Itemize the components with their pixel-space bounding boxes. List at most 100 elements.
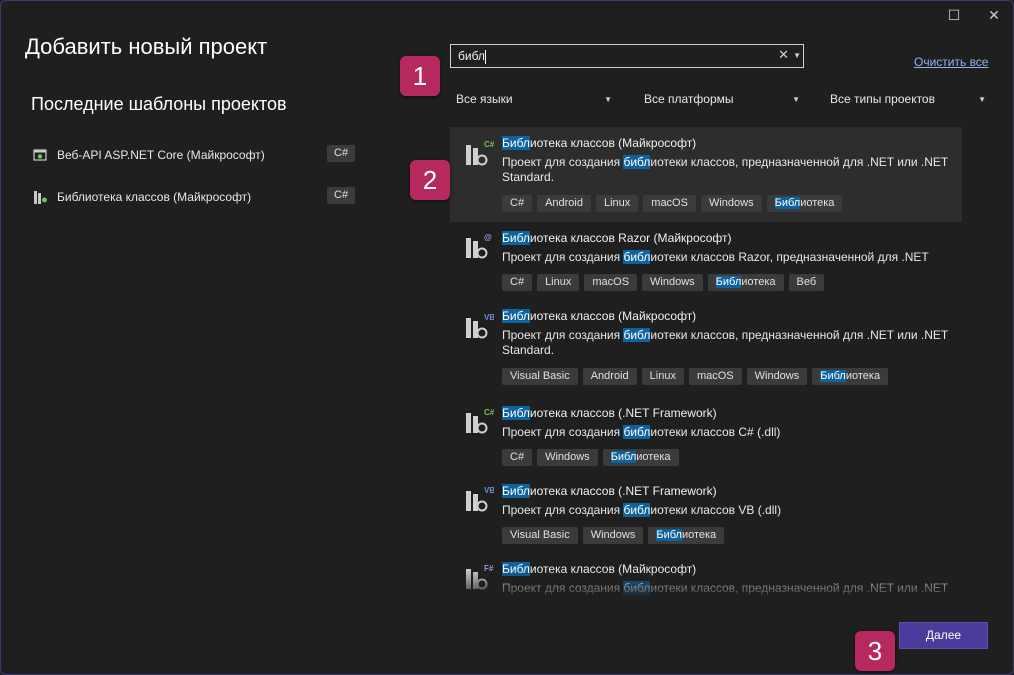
template-tag-text: Android — [545, 197, 583, 209]
template-tag: Библиотека — [766, 195, 843, 212]
recent-templates-title: Последние шаблоны проектов — [31, 94, 287, 114]
next-button[interactable]: Далее — [899, 622, 988, 649]
template-result-item[interactable]: C# Библиотека классов (Майкрософт) Проект … — [450, 127, 962, 222]
search-match-highlight: Библ — [610, 451, 637, 463]
clear-all-link[interactable]: Очистить все — [914, 55, 988, 69]
template-title-text: иотека классов (Майкрософт) — [529, 309, 697, 323]
svg-text:VB: VB — [484, 486, 494, 495]
template-tags: Visual Basic Windows Библиотека — [502, 527, 729, 545]
template-tag: Visual Basic — [502, 527, 578, 544]
template-description: Проект для создания библиотеки классов C… — [502, 425, 952, 440]
template-description: Проект для создания библиотеки классов V… — [502, 503, 952, 518]
template-tag: macOS — [643, 195, 696, 212]
template-tag-text: Windows — [545, 451, 590, 463]
search-match-highlight: библ — [623, 155, 651, 169]
template-tag-text: Visual Basic — [510, 370, 570, 382]
template-result-item[interactable]: VB Библиотека классов (Майкрософт) Проект … — [450, 300, 962, 397]
template-description: Проект для создания библиотеки классов R… — [502, 250, 952, 265]
chevron-down-icon: ▼ — [604, 95, 612, 104]
step-badge-2: 2 — [410, 160, 450, 200]
search-match-highlight: библ — [623, 250, 651, 264]
step-badge-1: 1 — [400, 56, 440, 96]
platform-filter-dropdown[interactable]: Все платформы ▼ — [644, 92, 800, 110]
template-tag-text: Visual Basic — [510, 529, 570, 541]
template-title: Библиотека классов (Майкрософт) — [502, 309, 696, 323]
svg-text:VB: VB — [484, 313, 494, 322]
search-history-dropdown-icon[interactable]: ▼ — [793, 51, 801, 60]
template-description: Проект для создания библиотеки классов, … — [502, 328, 952, 358]
template-title: Библиотека классов (.NET Framework) — [502, 484, 717, 498]
template-tags: C# Linux macOS Windows Библиотека Веб — [502, 274, 829, 292]
class-library-icon — [34, 191, 47, 204]
project-type-filter-dropdown[interactable]: Все типы проектов ▼ — [830, 92, 986, 110]
template-title: Библиотека классов Razor (Майкрософт) — [502, 231, 732, 245]
template-tag-text: иотека — [845, 370, 881, 382]
search-input-value: библ — [458, 49, 485, 63]
recent-template-label: Веб-API ASP.NET Core (Майкрософт) — [57, 148, 265, 162]
project-type-filter-label: Все типы проектов — [830, 92, 935, 106]
web-api-icon — [33, 149, 47, 161]
close-button[interactable]: ✕ — [980, 4, 1008, 26]
template-tag-text: C# — [510, 197, 525, 209]
template-tag-text: macOS — [696, 370, 734, 382]
template-result-item[interactable]: C# Библиотека классов (.NET Framework) Про… — [450, 397, 962, 475]
chevron-down-icon: ▼ — [978, 95, 986, 104]
template-tag-text: иотека — [741, 276, 776, 288]
template-tags: C# Windows Библиотека — [502, 449, 684, 467]
template-tag-text: macOS — [592, 276, 630, 288]
template-title: Библиотека классов (Майкрософт) — [502, 136, 696, 150]
template-tag: C# — [502, 449, 533, 466]
template-tag: Windows — [582, 527, 644, 544]
list-fade-overlay — [450, 569, 962, 597]
recent-template-item-class-library[interactable]: Библиотека классов (Майкрософт) C# — [33, 187, 363, 209]
search-match-highlight: Библ — [656, 529, 682, 541]
template-title-text: иотека классов (Майкрософт) — [529, 136, 697, 150]
template-tags: C# Android Linux macOS Windows Библиотека — [502, 195, 847, 213]
language-filter-label: Все языки — [456, 92, 513, 106]
template-tag-text: C# — [510, 276, 525, 288]
maximize-button[interactable]: ☐ — [940, 4, 968, 26]
template-tag-text: C# — [510, 451, 525, 463]
clear-search-icon[interactable]: ✕ — [778, 47, 789, 63]
language-tag: C# — [327, 187, 356, 204]
search-match-highlight: библ — [623, 503, 651, 517]
search-match-highlight: Библ — [502, 136, 530, 150]
template-tag: Android — [537, 195, 591, 212]
recent-template-item-web-api[interactable]: Веб-API ASP.NET Core (Майкрософт) C# — [33, 145, 363, 167]
template-tag-text: Android — [590, 370, 629, 382]
template-result-item[interactable]: VB Библиотека классов (.NET Framework) Про… — [450, 475, 962, 553]
template-tag: macOS — [688, 368, 742, 385]
search-match-highlight: Библ — [502, 309, 530, 323]
language-filter-dropdown[interactable]: Все языки ▼ — [456, 92, 612, 110]
search-match-highlight: Библ — [820, 370, 846, 382]
template-tag-text: Windows — [754, 370, 800, 382]
search-match-highlight: библ — [623, 425, 651, 439]
template-tag-text: macOS — [651, 197, 688, 209]
template-tag: Windows — [642, 274, 703, 291]
platform-filter-label: Все платформы — [644, 92, 734, 106]
template-title-text: иотека классов (.NET Framework) — [529, 406, 717, 420]
template-tag-text: Windows — [650, 276, 695, 288]
recent-template-label: Библиотека классов (Майкрософт) — [57, 190, 252, 204]
template-tag: Библиотека — [648, 527, 725, 544]
scrollbar[interactable] — [963, 127, 988, 597]
step-badge-3: 3 — [855, 631, 895, 671]
template-tag: Android — [582, 368, 637, 385]
class-library-icon: C# — [466, 140, 494, 166]
template-tag-text: Windows — [590, 529, 636, 541]
template-tag-text: иотека — [800, 197, 835, 209]
template-tag: Windows — [746, 368, 808, 385]
template-tag-text: Linux — [603, 197, 631, 209]
template-tag: Библиотека — [707, 274, 784, 291]
class-library-icon: VB — [466, 313, 494, 339]
template-tag: Windows — [537, 449, 598, 466]
class-library-icon: C# — [466, 408, 494, 434]
search-input[interactable]: библ ✕ ▼ — [450, 44, 804, 68]
template-result-item[interactable]: @ Библиотека классов Razor (Майкрософт) Пр… — [450, 222, 962, 300]
template-tag: Веб — [788, 274, 825, 291]
template-description-text: Проект для создания — [502, 328, 624, 342]
search-match-highlight: библ — [623, 328, 651, 342]
template-tag: Библиотека — [812, 368, 889, 385]
search-match-highlight: Библ — [502, 406, 530, 420]
text-caret — [485, 50, 486, 64]
